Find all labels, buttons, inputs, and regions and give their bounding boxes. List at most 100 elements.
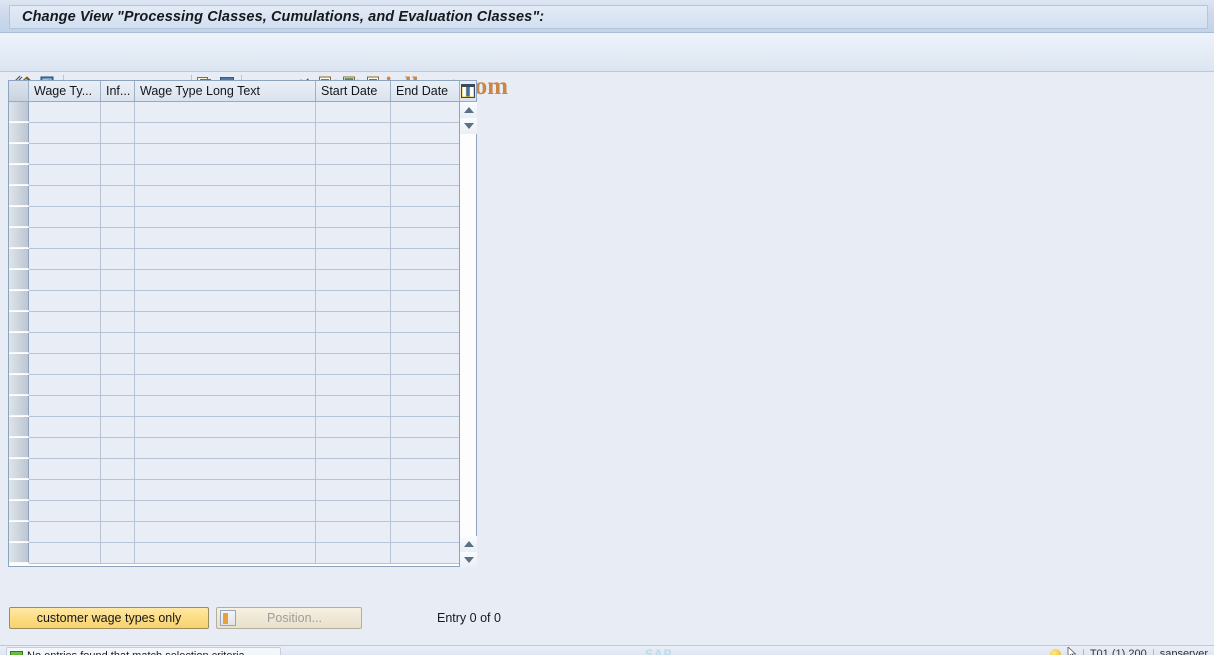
table-row[interactable] [9, 396, 460, 417]
table-cell-long_text[interactable] [135, 543, 316, 564]
table-cell-end_date[interactable] [391, 543, 460, 564]
table-row[interactable] [9, 249, 460, 270]
table-cell-end_date[interactable] [391, 333, 460, 354]
table-cell-infotype[interactable] [101, 144, 135, 165]
scrollbar-track[interactable] [460, 134, 476, 536]
table-cell-long_text[interactable] [135, 228, 316, 249]
row-selector[interactable] [9, 333, 29, 353]
table-cell-start_date[interactable] [316, 396, 391, 417]
table-row[interactable] [9, 375, 460, 396]
row-selector[interactable] [9, 207, 29, 227]
table-cell-wage_type[interactable] [29, 375, 101, 396]
table-cell-long_text[interactable] [135, 333, 316, 354]
table-cell-start_date[interactable] [316, 354, 391, 375]
table-cell-start_date[interactable] [316, 543, 391, 564]
table-row[interactable] [9, 438, 460, 459]
table-cell-wage_type[interactable] [29, 396, 101, 417]
table-cell-long_text[interactable] [135, 522, 316, 543]
table-cell-infotype[interactable] [101, 102, 135, 123]
table-cell-start_date[interactable] [316, 228, 391, 249]
table-cell-start_date[interactable] [316, 501, 391, 522]
table-row[interactable] [9, 228, 460, 249]
row-selector[interactable] [9, 123, 29, 143]
table-cell-long_text[interactable] [135, 396, 316, 417]
table-cell-infotype[interactable] [101, 270, 135, 291]
table-cell-end_date[interactable] [391, 228, 460, 249]
table-cell-start_date[interactable] [316, 459, 391, 480]
row-selector[interactable] [9, 312, 29, 332]
table-cell-long_text[interactable] [135, 207, 316, 228]
table-row[interactable] [9, 123, 460, 144]
table-cell-infotype[interactable] [101, 375, 135, 396]
table-cell-start_date[interactable] [316, 207, 391, 228]
table-cell-infotype[interactable] [101, 207, 135, 228]
table-cell-infotype[interactable] [101, 480, 135, 501]
table-cell-start_date[interactable] [316, 165, 391, 186]
row-selector[interactable] [9, 228, 29, 248]
column-header-infotype[interactable]: Inf... [101, 81, 135, 101]
table-cell-infotype[interactable] [101, 333, 135, 354]
row-selector[interactable] [9, 417, 29, 437]
table-row[interactable] [9, 144, 460, 165]
table-row[interactable] [9, 480, 460, 501]
table-cell-infotype[interactable] [101, 249, 135, 270]
table-cell-end_date[interactable] [391, 522, 460, 543]
table-cell-end_date[interactable] [391, 417, 460, 438]
row-selector[interactable] [9, 480, 29, 500]
table-cell-wage_type[interactable] [29, 270, 101, 291]
table-cell-start_date[interactable] [316, 312, 391, 333]
row-selector[interactable] [9, 354, 29, 374]
table-cell-start_date[interactable] [316, 417, 391, 438]
table-cell-infotype[interactable] [101, 354, 135, 375]
scroll-up-top-button[interactable] [460, 102, 477, 118]
table-cell-infotype[interactable] [101, 396, 135, 417]
table-cell-wage_type[interactable] [29, 249, 101, 270]
table-cell-start_date[interactable] [316, 480, 391, 501]
table-cell-long_text[interactable] [135, 102, 316, 123]
row-selector[interactable] [9, 459, 29, 479]
row-selector[interactable] [9, 249, 29, 269]
table-cell-end_date[interactable] [391, 438, 460, 459]
table-cell-end_date[interactable] [391, 459, 460, 480]
table-row[interactable] [9, 501, 460, 522]
table-cell-start_date[interactable] [316, 333, 391, 354]
table-row[interactable] [9, 270, 460, 291]
scroll-up-bottom-button[interactable] [460, 536, 477, 552]
table-settings-icon[interactable] [460, 81, 476, 101]
table-cell-long_text[interactable] [135, 165, 316, 186]
table-cell-start_date[interactable] [316, 291, 391, 312]
table-cell-long_text[interactable] [135, 375, 316, 396]
row-selector[interactable] [9, 165, 29, 185]
table-cell-wage_type[interactable] [29, 480, 101, 501]
row-selector[interactable] [9, 270, 29, 290]
table-cell-long_text[interactable] [135, 186, 316, 207]
row-selector[interactable] [9, 501, 29, 521]
table-cell-long_text[interactable] [135, 144, 316, 165]
position-button[interactable]: Position... [216, 607, 362, 629]
table-row[interactable] [9, 186, 460, 207]
table-cell-end_date[interactable] [391, 291, 460, 312]
table-cell-long_text[interactable] [135, 291, 316, 312]
table-cell-infotype[interactable] [101, 501, 135, 522]
table-cell-end_date[interactable] [391, 270, 460, 291]
table-cell-start_date[interactable] [316, 522, 391, 543]
table-cell-wage_type[interactable] [29, 459, 101, 480]
table-cell-end_date[interactable] [391, 501, 460, 522]
table-cell-infotype[interactable] [101, 459, 135, 480]
table-row[interactable] [9, 291, 460, 312]
row-selector[interactable] [9, 438, 29, 458]
table-row[interactable] [9, 543, 460, 564]
column-header-end-date[interactable]: End Date [391, 81, 460, 101]
table-cell-wage_type[interactable] [29, 354, 101, 375]
column-header-start-date[interactable]: Start Date [316, 81, 391, 101]
table-cell-infotype[interactable] [101, 228, 135, 249]
table-cell-long_text[interactable] [135, 270, 316, 291]
table-cell-wage_type[interactable] [29, 522, 101, 543]
table-cell-long_text[interactable] [135, 438, 316, 459]
table-cell-wage_type[interactable] [29, 207, 101, 228]
table-cell-wage_type[interactable] [29, 123, 101, 144]
scroll-down-top-button[interactable] [460, 118, 477, 134]
row-selector[interactable] [9, 291, 29, 311]
table-cell-infotype[interactable] [101, 438, 135, 459]
table-cell-wage_type[interactable] [29, 228, 101, 249]
